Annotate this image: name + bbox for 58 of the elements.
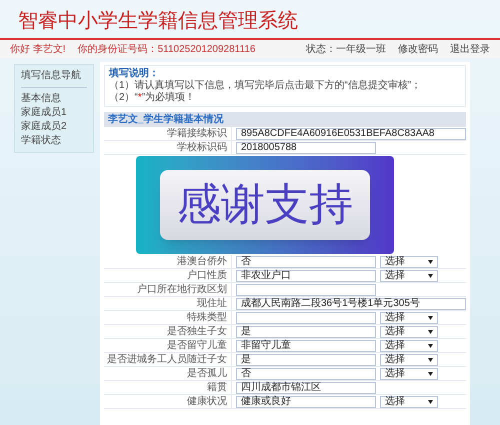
instruction-text: （2）“*”为必填项！ bbox=[109, 92, 196, 104]
caret-icon bbox=[428, 400, 433, 404]
input-field[interactable]: 四川成都市锦江区 bbox=[236, 382, 376, 394]
select-dropdown[interactable]: 选择 bbox=[380, 256, 438, 268]
select-dropdown[interactable]: 选择 bbox=[380, 326, 438, 338]
header-link[interactable]: 退出登录 bbox=[450, 42, 490, 56]
field-label: 是否孤儿 bbox=[187, 368, 227, 378]
select-dropdown[interactable]: 选择 bbox=[380, 312, 438, 324]
select-dropdown[interactable]: 选择 bbox=[380, 396, 438, 408]
id-number-text: 你的身份证号码：511025201209281116 bbox=[78, 42, 256, 56]
caret-icon bbox=[428, 330, 433, 334]
field-label: 是否进城务工人员随迁子女 bbox=[107, 354, 227, 364]
input-field[interactable]: 895A8CDFE4A60916E0531BEFA8C83AA8 bbox=[236, 128, 466, 140]
select-dropdown[interactable]: 选择 bbox=[380, 270, 438, 282]
field-label: 学校标识码 bbox=[177, 142, 227, 152]
field-label: 籍贯 bbox=[207, 382, 227, 392]
input-field[interactable]: 否 bbox=[236, 256, 376, 268]
caret-icon bbox=[428, 316, 433, 320]
field-label: 特殊类型 bbox=[187, 312, 227, 322]
section-title: 李艺文_学生学籍基本情况 bbox=[108, 112, 224, 127]
caret-icon bbox=[428, 274, 433, 278]
instructions-title: 填写说明： bbox=[109, 68, 160, 80]
sidebar-item[interactable]: 学籍状态 bbox=[21, 134, 87, 148]
field-label: 是否留守儿童 bbox=[167, 340, 227, 350]
caret-icon bbox=[428, 358, 433, 362]
field-label: 户口所在地行政区划 bbox=[137, 284, 227, 294]
caret-icon bbox=[428, 372, 433, 376]
sidebar-title: 填写信息导航 bbox=[21, 69, 87, 88]
input-field[interactable]: 否 bbox=[236, 368, 376, 380]
input-field[interactable]: 成都人民南路二段36号1号楼1单元305号 bbox=[236, 298, 466, 310]
field-label: 现住址 bbox=[197, 298, 227, 308]
sidebar-item[interactable]: 基本信息 bbox=[21, 92, 87, 106]
input-field[interactable] bbox=[236, 284, 376, 296]
input-field[interactable] bbox=[236, 312, 376, 324]
input-field[interactable]: 非留守儿童 bbox=[236, 340, 376, 352]
caret-icon bbox=[428, 260, 433, 264]
select-dropdown[interactable]: 选择 bbox=[380, 368, 438, 380]
caret-icon bbox=[428, 344, 433, 348]
select-dropdown[interactable]: 选择 bbox=[380, 354, 438, 366]
field-label: 户口性质 bbox=[187, 270, 227, 280]
field-label: 学籍接续标识 bbox=[167, 128, 227, 138]
input-field[interactable]: 是 bbox=[236, 326, 376, 338]
greeting-text: 你好 李艺文! bbox=[10, 42, 66, 56]
input-field[interactable]: 是 bbox=[236, 354, 376, 366]
input-field[interactable]: 2018005788 bbox=[236, 142, 376, 154]
sidebar-item[interactable]: 家庭成员1 bbox=[21, 106, 87, 120]
header-link[interactable]: 修改密码 bbox=[398, 42, 438, 56]
status-text: 状态：一年级一班 bbox=[306, 42, 386, 56]
sidebar-item[interactable]: 家庭成员2 bbox=[21, 120, 87, 134]
input-field[interactable]: 健康或良好 bbox=[236, 396, 376, 408]
field-label: 港澳台侨外 bbox=[177, 256, 227, 266]
input-field[interactable]: 非农业户口 bbox=[236, 270, 376, 282]
banner-text: 感谢支持 bbox=[177, 181, 353, 229]
select-dropdown[interactable]: 选择 bbox=[380, 340, 438, 352]
field-label: 健康状况 bbox=[187, 396, 227, 406]
instruction-text: （1）请认真填写以下信息，填写完毕后点击最下方的“信息提交审核”； bbox=[109, 80, 422, 92]
field-label: 是否独生子女 bbox=[167, 326, 227, 336]
app-title: 智睿中小学生学籍信息管理系统 bbox=[18, 10, 298, 32]
